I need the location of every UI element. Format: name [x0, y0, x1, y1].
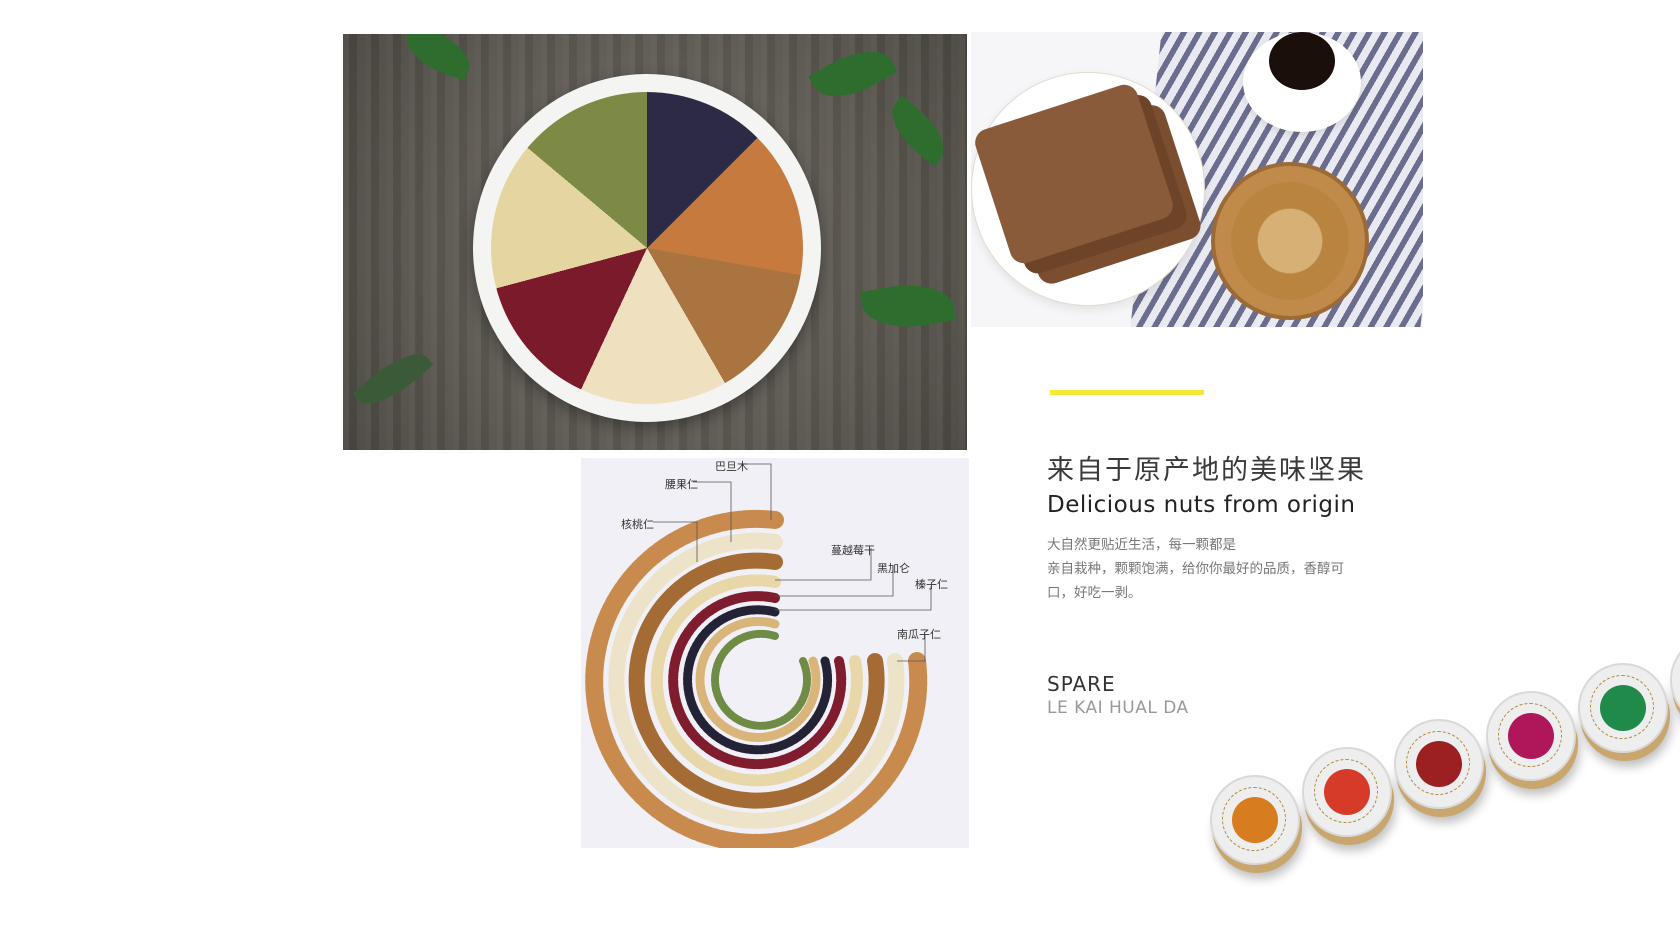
jar-pistachio	[1302, 747, 1392, 837]
jar-extra	[1670, 635, 1680, 725]
nut-diagram: 巴旦木 腰果仁 核桃仁 蔓越莓干 黑加仑 榛子仁 南瓜子仁	[581, 458, 969, 848]
jar-pecan	[1486, 691, 1576, 781]
description-line: 亲自栽种，颗颗饱满，给你你最好的品质，香醇可	[1047, 561, 1344, 577]
jar-cashew	[1394, 719, 1484, 809]
heading-en: Delicious nuts from origin	[1047, 492, 1356, 518]
label-walnut: 核桃仁	[621, 518, 654, 531]
label-macadamia: 巴旦木	[715, 460, 748, 473]
accent-bar	[1050, 390, 1204, 395]
nut-plate-photo	[343, 34, 967, 450]
nut-jars-photo	[1150, 625, 1680, 951]
heading-cn: 来自于原产地的美味坚果	[1047, 455, 1366, 486]
label-pumpkin-seed: 南瓜子仁	[897, 628, 941, 641]
label-cashew: 腰果仁	[665, 478, 698, 491]
brand-name: SPARE	[1047, 672, 1116, 696]
description-line: 大自然更贴近生活，每一颗都是	[1047, 537, 1236, 553]
label-black-currant: 黑加仑	[877, 562, 910, 575]
description-line: 口，好吃一剥。	[1047, 585, 1142, 601]
jar-almond	[1210, 775, 1300, 865]
jar-pine-nut	[1578, 663, 1668, 753]
bread-and-nuts-photo	[971, 32, 1423, 327]
label-cranberry: 蔓越莓干	[831, 544, 875, 557]
label-hazelnut: 榛子仁	[915, 578, 948, 591]
